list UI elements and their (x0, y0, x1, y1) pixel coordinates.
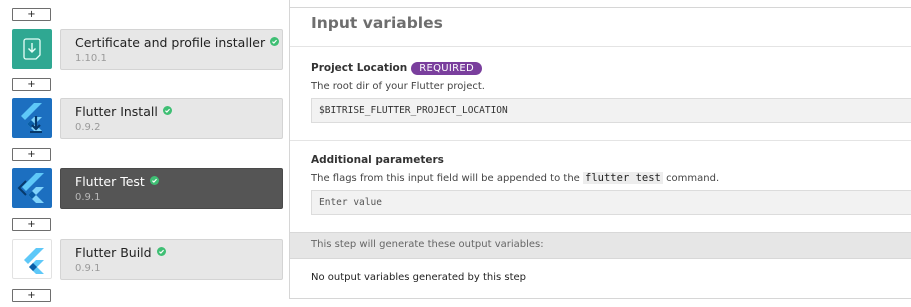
input-description: The root dir of your Flutter project. (311, 81, 485, 92)
title-divider (290, 46, 911, 47)
workflow-steps-list: + Certificate and profile installer 1.10… (0, 0, 290, 307)
step-card-flutter-install[interactable]: Flutter Install 0.9.2 (60, 98, 283, 139)
step-card-flutter-test[interactable]: Flutter Test 0.9.1 (60, 168, 283, 209)
add-step-button[interactable]: + (12, 218, 51, 231)
flutter-build-icon[interactable] (12, 239, 52, 279)
input-description: The flags from this input field will be … (311, 172, 720, 184)
no-output-message: No output variables generated by this st… (311, 272, 526, 283)
step-title: Flutter Test (75, 174, 159, 189)
panel-divider (290, 7, 911, 8)
add-step-button[interactable]: + (12, 148, 51, 161)
output-variables-header: This step will generate these output var… (290, 232, 911, 259)
step-version: 0.9.1 (75, 263, 101, 274)
step-title: Flutter Build (75, 245, 166, 260)
step-title: Flutter Install (75, 104, 172, 119)
step-card-certificate-installer[interactable]: Certificate and profile installer 1.10.1 (60, 29, 283, 70)
panel-title: Input variables (311, 14, 443, 32)
verified-check-icon (162, 106, 172, 115)
verified-check-icon (270, 37, 280, 46)
step-version: 0.9.2 (75, 122, 101, 133)
add-step-button[interactable]: + (12, 289, 51, 302)
input-label-additional-parameters: Additional parameters (311, 154, 444, 166)
step-inputs-panel: Input variables Project Location REQUIRED… (289, 0, 911, 299)
step-title: Certificate and profile installer (75, 35, 280, 50)
verified-check-icon (156, 247, 166, 256)
step-card-flutter-build[interactable]: Flutter Build 0.9.1 (60, 239, 283, 280)
additional-parameters-input[interactable]: Enter value (311, 190, 911, 215)
step-version: 1.10.1 (75, 53, 107, 64)
flutter-test-icon[interactable] (12, 168, 52, 208)
project-location-input[interactable]: $BITRISE_FLUTTER_PROJECT_LOCATION (311, 98, 911, 123)
section-divider (290, 140, 911, 141)
flutter-install-icon[interactable] (12, 98, 52, 138)
add-step-button[interactable]: + (12, 78, 51, 91)
inline-code: flutter test (583, 172, 663, 184)
verified-check-icon (149, 176, 159, 185)
add-step-button[interactable]: + (12, 8, 51, 21)
input-label-project-location: Project Location REQUIRED (311, 62, 483, 75)
certificate-installer-icon[interactable] (12, 29, 52, 69)
required-badge: REQUIRED (411, 62, 483, 75)
step-version: 0.9.1 (75, 192, 101, 203)
output-header-text: This step will generate these output var… (311, 239, 544, 250)
